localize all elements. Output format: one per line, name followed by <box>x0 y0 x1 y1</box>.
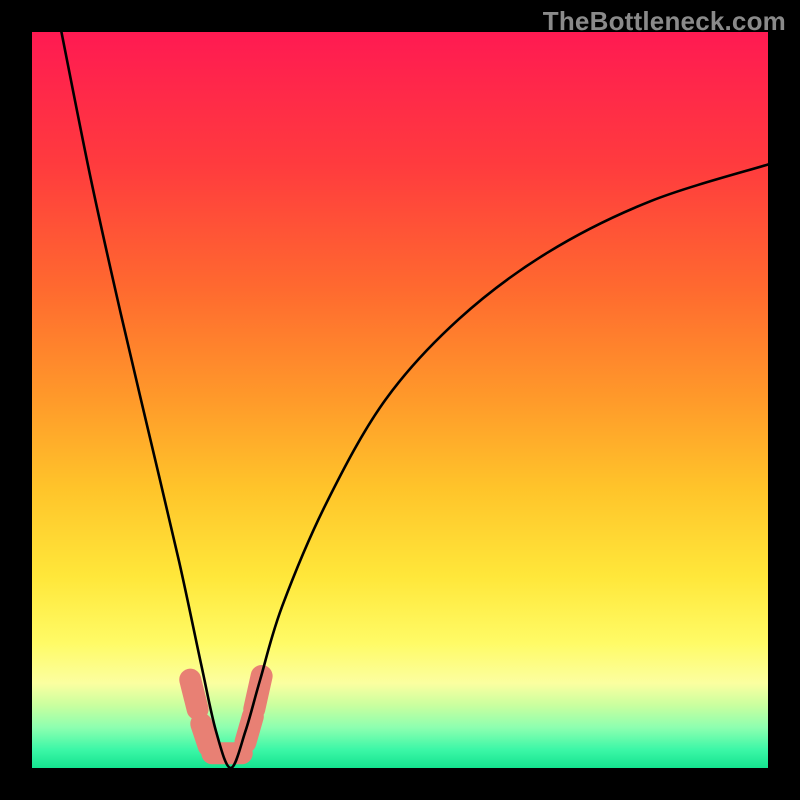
chart-frame: TheBottleneck.com <box>0 0 800 800</box>
valley-marker-segment <box>190 680 197 709</box>
plot-area <box>32 32 768 768</box>
watermark-text: TheBottleneck.com <box>543 6 786 37</box>
chart-svg <box>32 32 768 768</box>
gradient-background <box>32 32 768 768</box>
valley-marker-segment <box>201 724 208 746</box>
